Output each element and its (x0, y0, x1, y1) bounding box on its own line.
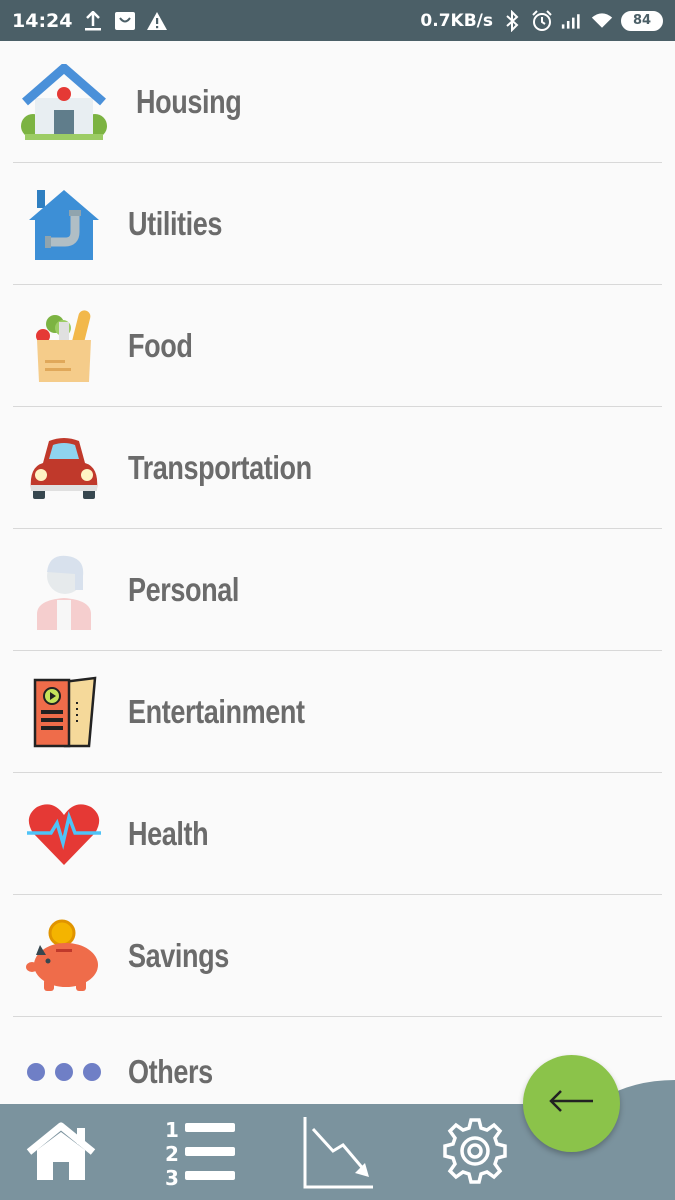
status-time: 14:24 (12, 9, 73, 32)
category-label: Utilities (128, 204, 223, 242)
home-icon (25, 1122, 97, 1187)
gear-icon (439, 1116, 511, 1193)
signal-icon (561, 10, 583, 32)
nav-chart-button[interactable] (298, 1116, 376, 1190)
upload-icon (82, 10, 104, 32)
bluetooth-icon (501, 9, 523, 32)
dots-icon (21, 1029, 107, 1115)
nav-list-button[interactable]: 1 2 3 (160, 1118, 238, 1190)
heart-pulse-icon (21, 791, 107, 877)
category-row-transportation[interactable]: Transportation (13, 407, 662, 529)
arrow-left-icon (548, 1089, 595, 1118)
utilities-pipe-icon (21, 181, 107, 267)
category-label: Food (128, 326, 193, 364)
status-bar: 14:24 0.7KB/s 84 (0, 0, 675, 41)
nav-settings-button[interactable] (436, 1116, 514, 1193)
svg-text:1: 1 (165, 1118, 179, 1142)
grocery-bag-icon (21, 303, 107, 389)
category-row-personal[interactable]: Personal (13, 529, 662, 651)
car-icon (21, 425, 107, 511)
category-label: Housing (136, 82, 242, 120)
svg-text:3: 3 (165, 1166, 179, 1187)
category-label: Transportation (128, 448, 312, 486)
trend-down-chart-icon (299, 1115, 375, 1194)
category-row-food[interactable]: Food (13, 285, 662, 407)
category-row-utilities[interactable]: Utilities (13, 163, 662, 285)
nav-home-button[interactable] (22, 1118, 100, 1190)
piggy-bank-icon (21, 913, 107, 999)
category-list: Housing Utilities Food Transportation Pe… (0, 41, 675, 1127)
category-row-housing[interactable]: Housing (13, 41, 662, 163)
category-row-savings[interactable]: Savings (13, 895, 662, 1017)
person-icon (21, 547, 107, 633)
category-label: Personal (128, 570, 240, 608)
battery-level: 84 (632, 13, 652, 28)
ticket-icon (21, 669, 107, 755)
battery-indicator: 84 (621, 10, 663, 31)
numbered-list-icon: 1 2 3 (161, 1117, 237, 1192)
network-speed: 0.7KB/s (420, 10, 493, 31)
back-fab-button[interactable] (523, 1055, 620, 1152)
wifi-icon (591, 10, 613, 32)
category-label: Entertainment (128, 692, 305, 730)
warning-icon (146, 10, 168, 32)
category-label: Savings (128, 936, 229, 974)
category-row-health[interactable]: Health (13, 773, 662, 895)
category-row-entertainment[interactable]: Entertainment (13, 651, 662, 773)
house-icon (21, 59, 107, 145)
alarm-icon (531, 9, 553, 32)
category-label: Health (128, 814, 209, 852)
svg-text:2: 2 (165, 1142, 179, 1166)
shopping-bag-icon (114, 10, 136, 32)
category-label: Others (128, 1053, 213, 1090)
